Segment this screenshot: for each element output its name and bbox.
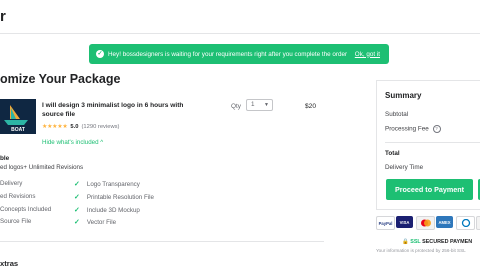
extras-heading: xtras	[0, 259, 19, 268]
qty-label: Qty	[231, 103, 241, 110]
gig-thumbnail: BOAT	[0, 99, 36, 134]
toast-dismiss-link[interactable]: Ok, got it	[355, 51, 380, 58]
ssl-label: SSL	[410, 239, 421, 245]
feature-right-4: ✓ Vector File	[74, 218, 117, 227]
ssl-note: Your information is protected by 256-bit…	[376, 248, 466, 253]
summary-divider	[385, 142, 480, 143]
ssl-badge: 🔒 SSL SECURED PAYMEN	[402, 239, 472, 245]
quantity-value: 1	[251, 101, 255, 108]
ssl-secured-label: SECURED PAYMEN	[422, 239, 473, 245]
feature-label: Include 3D Mockup	[86, 206, 140, 214]
gig-price: $20	[305, 103, 317, 110]
processing-fee-label: Processing Fee	[385, 125, 429, 133]
thumbnail-text: BOAT	[11, 127, 25, 133]
feature-left-4: Source File	[0, 218, 31, 225]
check-icon: ✓	[74, 207, 80, 214]
feature-label: ed Revisions	[0, 193, 36, 200]
feature-label: Delivery	[0, 180, 23, 187]
feature-left-1: Delivery	[0, 180, 22, 187]
toast-message: Hey! bossdesigners is waiting for your r…	[108, 50, 348, 58]
star-rating-icons: ★★★★★	[42, 124, 68, 130]
page-title: omize Your Package	[0, 72, 121, 86]
subtotal-label: Subtotal	[385, 111, 409, 118]
header-divider	[0, 33, 480, 34]
discover-icon	[476, 216, 480, 230]
package-description: ed logos+ Unlimited Revisions	[0, 164, 84, 171]
visa-icon: VISA	[396, 216, 413, 228]
chevron-down-icon: ▼	[264, 102, 269, 108]
feature-label: Source File	[0, 218, 32, 225]
feature-right-3: ✓ Include 3D Mockup	[74, 206, 140, 215]
gig-rating: ★★★★★ 5.0 (1290 reviews)	[42, 123, 120, 131]
feature-right-2: ✓ Printable Resolution File	[74, 193, 154, 202]
feature-left-3: Concepts Included	[0, 206, 51, 213]
feature-label: Concepts Included	[0, 206, 52, 213]
feature-label: Printable Resolution File	[86, 193, 154, 201]
mastercard-icon	[416, 216, 435, 230]
quantity-select[interactable]: 1 ▼	[246, 99, 273, 111]
review-count: (1290 reviews)	[81, 123, 120, 130]
feature-label: Vector File	[86, 218, 117, 226]
rating-value: 5.0	[70, 123, 79, 130]
check-icon: ✓	[74, 181, 80, 188]
section-divider	[0, 241, 324, 242]
processing-fee-row: Processing Fee ?	[385, 125, 441, 133]
lock-icon: 🔒	[402, 239, 409, 245]
delivery-time-label: Delivery Time	[385, 164, 424, 171]
feature-left-2: ed Revisions	[0, 193, 35, 200]
summary-title: Summary	[385, 91, 422, 100]
check-icon: ✓	[74, 194, 80, 201]
diners-club-icon	[456, 216, 475, 230]
hide-included-toggle[interactable]: Hide what's included ^	[42, 139, 103, 146]
info-icon[interactable]: ?	[432, 125, 441, 133]
package-name: ble	[0, 155, 10, 162]
total-label: Total	[385, 150, 400, 157]
site-logo[interactable]: r	[0, 9, 6, 25]
amex-icon: AMEX	[436, 216, 453, 228]
feature-label: Logo Transparency	[86, 180, 140, 188]
paypal-icon: PayPal	[376, 216, 395, 230]
requirements-toast: ✓ Hey! bossdesigners is waiting for your…	[89, 44, 389, 64]
gig-title[interactable]: I will design 3 minimalist logo in 6 hou…	[42, 101, 192, 119]
feature-right-1: ✓ Logo Transparency	[74, 180, 140, 189]
check-icon: ✓	[74, 219, 80, 226]
check-circle-icon: ✓	[96, 50, 104, 58]
proceed-to-payment-button[interactable]: Proceed to Payment	[386, 179, 473, 200]
